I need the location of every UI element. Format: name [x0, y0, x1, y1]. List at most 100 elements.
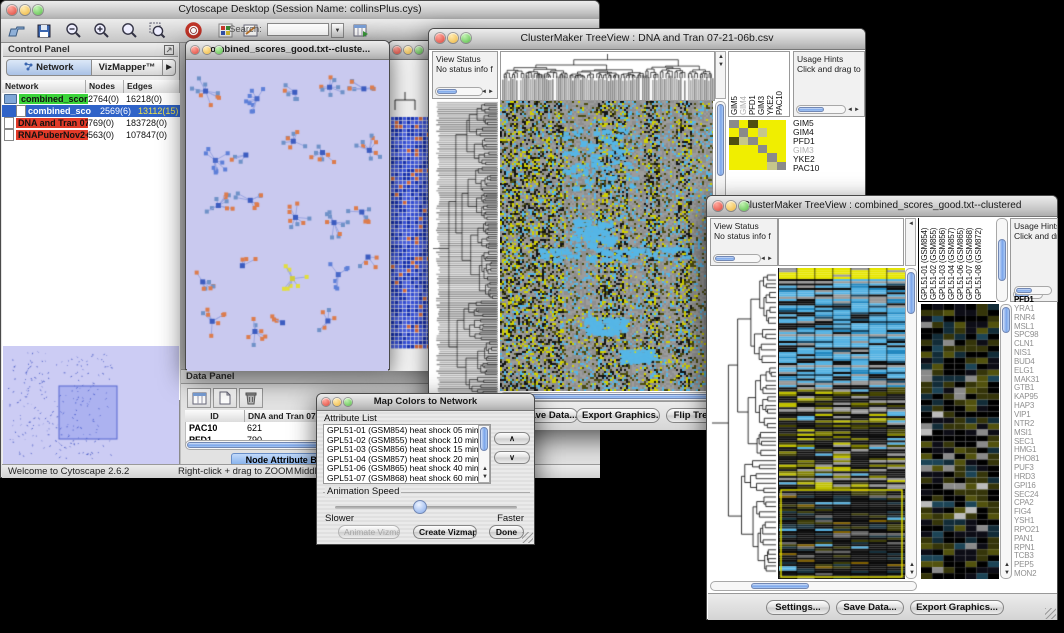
- matrix-cell[interactable]: [758, 128, 768, 136]
- matrix-cell[interactable]: [748, 153, 758, 161]
- tv1-row-dendrogram[interactable]: [432, 101, 498, 396]
- matrix-cell[interactable]: [758, 162, 768, 170]
- scroll-up-icon[interactable]: ▲: [1004, 562, 1010, 568]
- tv1-status-hscrollbar[interactable]: [435, 87, 483, 96]
- tv2-heatmap-hscrollbar[interactable]: [710, 581, 917, 591]
- matrix-cell[interactable]: [748, 162, 758, 170]
- close-icon[interactable]: [393, 46, 401, 54]
- attribute-browser-icon[interactable]: [349, 21, 373, 40]
- search-dropdown-icon[interactable]: ▼: [331, 23, 344, 38]
- scroll-right-icon[interactable]: ►: [767, 256, 773, 262]
- scroll-up-icon[interactable]: ▲: [909, 562, 915, 568]
- scroll-up-icon[interactable]: ▲: [718, 54, 724, 60]
- zoom-selected-icon[interactable]: [145, 21, 169, 40]
- save-icon[interactable]: [32, 21, 56, 40]
- main-titlebar[interactable]: Cytoscape Desktop (Session Name: collins…: [1, 1, 599, 20]
- move-up-button[interactable]: ∧: [494, 432, 530, 445]
- matrix-cell[interactable]: [777, 128, 787, 136]
- minimize-icon[interactable]: [203, 46, 211, 54]
- treeview2-window[interactable]: ClusterMaker TreeView : combined_scores_…: [706, 195, 1058, 620]
- matrix-cell[interactable]: [767, 153, 777, 161]
- tv1-mini-scroll-strip[interactable]: ▲ ▼: [715, 51, 726, 99]
- matrix-cell[interactable]: [767, 162, 777, 170]
- matrix-cell[interactable]: [729, 120, 739, 128]
- minimize-icon[interactable]: [726, 201, 736, 211]
- matrix-cell[interactable]: [739, 128, 749, 136]
- matrix-cell[interactable]: [739, 145, 749, 153]
- scroll-left-icon[interactable]: ◄: [908, 221, 914, 227]
- scroll-down-icon[interactable]: ▼: [1004, 570, 1010, 576]
- scroll-down-icon[interactable]: ▼: [718, 62, 724, 68]
- help-lifering-icon[interactable]: [181, 21, 205, 40]
- network-row[interactable]: combined_scores_ 2764(0) 16218(0): [2, 93, 180, 105]
- scroll-right-icon[interactable]: ►: [854, 107, 860, 113]
- tv2-zoom-vscrollbar[interactable]: ▲ ▼: [1000, 304, 1012, 579]
- tv2-status-hscrollbar[interactable]: [713, 254, 761, 263]
- network-view-canvas[interactable]: [187, 61, 388, 371]
- matrix-cell[interactable]: [767, 137, 777, 145]
- attribute-list-vscrollbar[interactable]: ▲ ▼: [478, 425, 490, 483]
- network-overview-thumbnail[interactable]: [3, 346, 179, 464]
- matrix-cell[interactable]: [729, 128, 739, 136]
- matrix-cell[interactable]: [777, 153, 787, 161]
- matrix-cell[interactable]: [748, 137, 758, 145]
- speed-slider-handle[interactable]: [413, 500, 427, 514]
- matrix-cell[interactable]: [758, 120, 768, 128]
- scroll-down-icon[interactable]: ▼: [909, 570, 915, 576]
- matrix-cell[interactable]: [748, 120, 758, 128]
- matrix-cell[interactable]: [767, 128, 777, 136]
- scroll-left-icon[interactable]: ◄: [760, 256, 766, 262]
- network-table-header[interactable]: Network Nodes Edges: [2, 80, 180, 94]
- save-data-button[interactable]: Save Data...: [836, 600, 904, 615]
- dialog-titlebar[interactable]: Map Colors to Network: [317, 394, 534, 411]
- close-icon[interactable]: [435, 33, 445, 43]
- export-graphics-button[interactable]: Export Graphics...: [910, 600, 1004, 615]
- move-down-button[interactable]: ∨: [494, 451, 530, 464]
- select-attributes-icon[interactable]: [187, 388, 211, 408]
- tv1-zoom-matrix[interactable]: [729, 120, 786, 170]
- matrix-cell[interactable]: [777, 137, 787, 145]
- close-icon[interactable]: [7, 5, 17, 15]
- tv2-collabels-vscrollbar[interactable]: [996, 218, 1008, 302]
- matrix-cell[interactable]: [739, 120, 749, 128]
- zoom-window-icon[interactable]: [415, 46, 423, 54]
- matrix-cell[interactable]: [739, 162, 749, 170]
- attribute-list-item[interactable]: GPL51-07 (GSM868) heat shock 60 min: [327, 474, 476, 484]
- network-row[interactable]: DNA and Tran 07 769(0) 183728(0): [2, 117, 180, 129]
- tv2-zoom-heatmap[interactable]: [921, 304, 999, 579]
- tv2-row-dendrogram[interactable]: [710, 268, 778, 579]
- close-icon[interactable]: [713, 201, 723, 211]
- matrix-cell[interactable]: [767, 145, 777, 153]
- minimize-icon[interactable]: [333, 398, 341, 406]
- zoom-window-icon[interactable]: [739, 201, 749, 211]
- settings-button[interactable]: Settings...: [766, 600, 830, 615]
- resize-grip[interactable]: [1045, 608, 1056, 619]
- network-row[interactable]: RNAPuberNov2+ 563(0) 107847(0): [2, 129, 180, 141]
- tv1-hints-hscrollbar[interactable]: [796, 105, 846, 114]
- zoom-in-icon[interactable]: [89, 21, 113, 40]
- zoom-window-icon[interactable]: [344, 398, 352, 406]
- minimize-icon[interactable]: [20, 5, 30, 15]
- resize-grip[interactable]: [522, 532, 533, 543]
- matrix-cell[interactable]: [758, 137, 768, 145]
- gene-label[interactable]: MON2: [1014, 570, 1058, 579]
- treeview1-titlebar[interactable]: ClusterMaker TreeView : DNA and Tran 07-…: [429, 29, 865, 50]
- matrix-cell[interactable]: [767, 120, 777, 128]
- scroll-right-icon[interactable]: ►: [488, 89, 494, 95]
- tv2-heatmap-vscrollbar[interactable]: ▲ ▼: [905, 268, 917, 579]
- zoom-window-icon[interactable]: [33, 5, 43, 15]
- scroll-left-icon[interactable]: ◄: [847, 107, 853, 113]
- zoom-fit-icon[interactable]: [117, 21, 141, 40]
- close-icon[interactable]: [191, 46, 199, 54]
- network-view-window[interactable]: combined_scores_good.txt--cluste...: [185, 40, 390, 370]
- tv2-column-dendrogram-area[interactable]: [778, 218, 904, 266]
- network-view-titlebar[interactable]: combined_scores_good.txt--cluste...: [186, 41, 389, 60]
- float-panel-icon[interactable]: [164, 45, 174, 59]
- matrix-cell[interactable]: [729, 145, 739, 153]
- matrix-cell[interactable]: [739, 153, 749, 161]
- matrix-cell[interactable]: [758, 145, 768, 153]
- tv2-global-heatmap[interactable]: [778, 268, 905, 579]
- matrix-cell[interactable]: [777, 120, 787, 128]
- done-button[interactable]: Done: [489, 525, 524, 539]
- matrix-cell[interactable]: [777, 145, 787, 153]
